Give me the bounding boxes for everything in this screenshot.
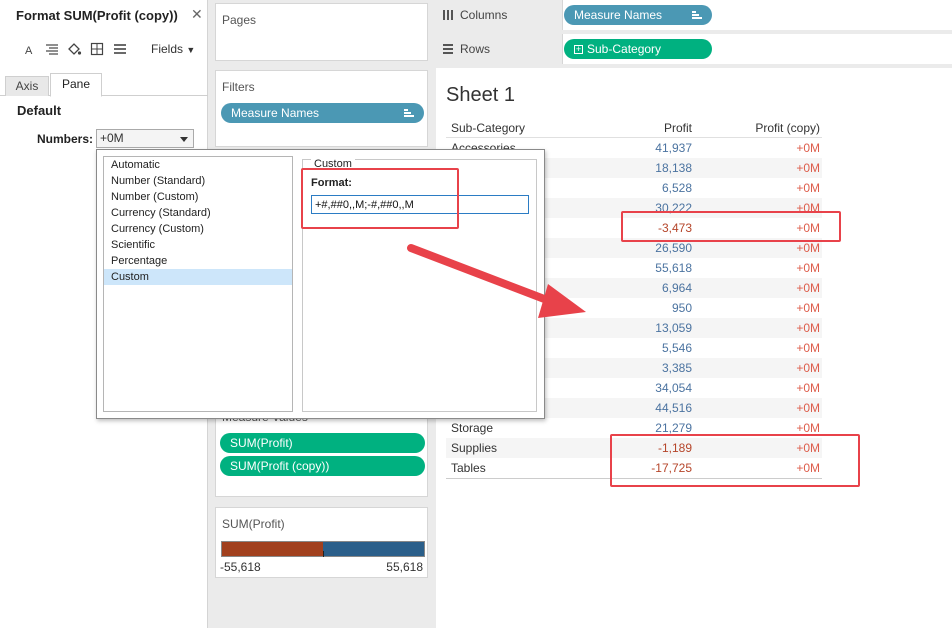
arrow-head [538, 284, 586, 318]
arrow-shaft [407, 244, 564, 309]
annotation-arrow [407, 244, 586, 318]
